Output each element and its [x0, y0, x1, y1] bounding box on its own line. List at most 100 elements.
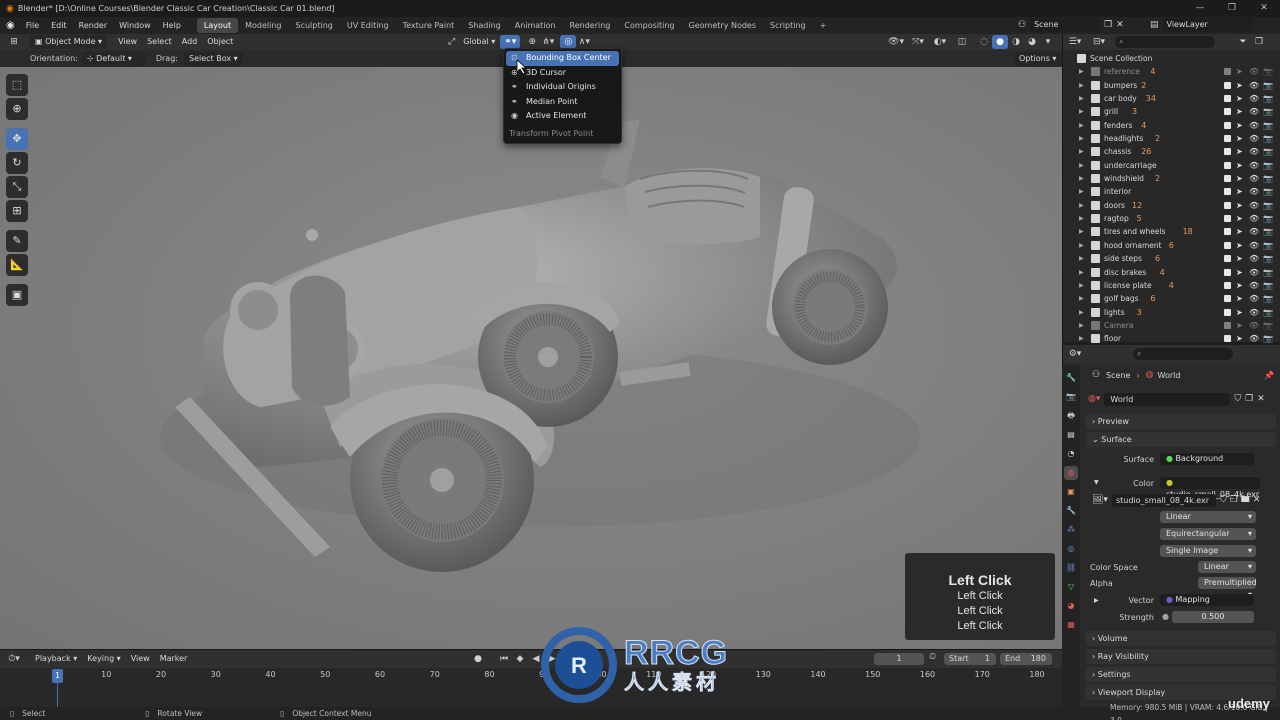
shading-wireframe-icon[interactable]: ◌ — [976, 35, 992, 49]
shading-rendered-icon[interactable]: ◕ — [1024, 35, 1040, 49]
image-browse-icon[interactable]: 🖼▾ — [1092, 493, 1108, 508]
expand-arrow-icon[interactable]: ▶ — [1079, 119, 1084, 132]
output-tab-icon[interactable]: 🖶 — [1064, 409, 1078, 423]
select-box-tool-icon[interactable]: ⬚ — [6, 74, 28, 96]
visibility-eye-icon[interactable]: 👁 — [1249, 252, 1259, 265]
selectable-arrow-icon[interactable]: ➤ — [1236, 212, 1243, 225]
outliner-row[interactable]: ▶ lights 3 ➤ 👁 📷 — [1063, 306, 1280, 319]
render-camera-icon[interactable]: 📷 — [1263, 199, 1273, 212]
exclude-checkbox[interactable] — [1224, 121, 1231, 129]
expand-arrow-icon[interactable]: ▶ — [1079, 212, 1084, 225]
overlay-icon[interactable]: ◐▾ — [932, 35, 948, 49]
xray-icon[interactable]: ◫ — [954, 35, 970, 49]
selectable-arrow-icon[interactable]: ➤ — [1236, 65, 1243, 78]
selectable-arrow-icon[interactable]: ➤ — [1236, 159, 1243, 172]
expand-arrow-icon[interactable]: ▶ — [1079, 225, 1084, 238]
current-frame-field[interactable]: 1 — [874, 653, 924, 665]
render-camera-icon[interactable]: 📷 — [1263, 79, 1273, 92]
surface-panel-header[interactable]: ⌄ Surface — [1086, 432, 1276, 447]
menu-help[interactable]: Help — [157, 17, 187, 34]
exclude-checkbox[interactable] — [1224, 228, 1231, 236]
menu-window[interactable]: Window — [113, 17, 157, 34]
visibility-eye-icon[interactable]: 👁 — [1249, 199, 1259, 212]
selectable-arrow-icon[interactable]: ➤ — [1236, 266, 1243, 279]
pivot-active-element[interactable]: ◉ Active Element — [506, 109, 619, 124]
expand-arrow-icon[interactable]: ▶ — [1079, 159, 1084, 172]
gizmo-icon[interactable]: ⤧▾ — [910, 35, 926, 49]
image-open-icon[interactable]: 🖿 — [1241, 493, 1250, 508]
selectable-arrow-icon[interactable]: ➤ — [1236, 225, 1243, 238]
visibility-eye-icon[interactable]: 👁 — [1249, 332, 1259, 345]
visibility-eye-icon[interactable]: 👁 — [1249, 225, 1259, 238]
exclude-checkbox[interactable] — [1224, 295, 1231, 303]
image-fake-user-icon[interactable]: ⛉ — [1220, 493, 1227, 508]
render-camera-icon[interactable]: 📷 — [1263, 319, 1273, 332]
scene-collection-row[interactable]: Scene Collection — [1063, 52, 1280, 65]
properties-editor-icon[interactable]: ⚙▾ — [1067, 347, 1083, 361]
blender-menu-icon[interactable]: ◉ — [0, 20, 20, 31]
visibility-eye-icon[interactable]: 👁 — [1249, 185, 1259, 198]
outliner-row[interactable]: ▶ license plate 4 ➤ 👁 📷 — [1063, 279, 1280, 292]
vector-input-field[interactable]: ● Mapping — [1160, 594, 1254, 606]
render-camera-icon[interactable]: 📷 — [1263, 306, 1273, 319]
annotate-tool-icon[interactable]: ✎ — [6, 230, 28, 252]
visibility-eye-icon[interactable]: 👁 — [1249, 65, 1259, 78]
source-dropdown[interactable]: Single Image ▾ — [1160, 545, 1256, 557]
visibility-icon[interactable]: 👁▾ — [888, 35, 904, 49]
expand-arrow-icon[interactable]: ▶ — [1079, 92, 1084, 105]
new-collection-icon[interactable]: ❐ — [1251, 35, 1267, 49]
fake-user-icon[interactable]: ⛉ — [1234, 392, 1241, 407]
render-camera-icon[interactable]: 📷 — [1263, 212, 1273, 225]
expand-arrow-icon[interactable]: ▶ — [1079, 332, 1084, 345]
menu-select[interactable]: Select — [142, 35, 177, 49]
scene-new-icon[interactable]: ❐ — [1104, 20, 1112, 30]
selectable-arrow-icon[interactable]: ➤ — [1236, 199, 1243, 212]
outliner-row[interactable]: ▶ doors 12 ➤ 👁 📷 — [1063, 199, 1280, 212]
tab-rendering[interactable]: Rendering — [563, 18, 618, 33]
menu-file[interactable]: File — [20, 17, 45, 34]
tab-shading[interactable]: Shading — [461, 18, 508, 33]
exclude-checkbox[interactable] — [1224, 135, 1231, 143]
tool-tab-icon[interactable]: 🔧 — [1064, 371, 1078, 385]
display-mode-icon[interactable]: ⊟▾ — [1091, 35, 1107, 49]
object-tab-icon[interactable]: ▣ — [1064, 485, 1078, 499]
scene-field[interactable]: Scene — [1030, 18, 1101, 32]
selectable-arrow-icon[interactable]: ➤ — [1236, 105, 1243, 118]
world-name-field[interactable]: World — [1104, 393, 1231, 406]
visibility-eye-icon[interactable]: 👁 — [1249, 145, 1259, 158]
menu-edit[interactable]: Edit — [45, 17, 73, 34]
tab-geometry-nodes[interactable]: Geometry Nodes — [682, 18, 763, 33]
viewlayer-field[interactable]: ViewLayer — [1162, 18, 1253, 32]
frame-ruler[interactable]: 1020304050607080901001101201301401501601… — [0, 670, 1062, 682]
selectable-arrow-icon[interactable]: ➤ — [1236, 172, 1243, 185]
render-tab-icon[interactable]: 📷 — [1064, 390, 1078, 404]
texture-tab-icon[interactable]: ▦ — [1064, 618, 1078, 632]
visibility-eye-icon[interactable]: 👁 — [1249, 279, 1259, 292]
tab-texture-paint[interactable]: Texture Paint — [396, 18, 462, 33]
outliner-row[interactable]: ▶ bumpers 2 ➤ 👁 📷 — [1063, 79, 1280, 92]
selectable-arrow-icon[interactable]: ➤ — [1236, 306, 1243, 319]
outliner-row[interactable]: ▶ car body 34 ➤ 👁 📷 — [1063, 92, 1280, 105]
tab-animation[interactable]: Animation — [508, 18, 563, 33]
tab-scripting[interactable]: Scripting — [763, 18, 813, 33]
add-cube-tool-icon[interactable]: ▣ — [6, 284, 28, 306]
interpolation-dropdown[interactable]: Linear ▾ — [1160, 511, 1256, 523]
tab-modeling[interactable]: Modeling — [238, 18, 288, 33]
projection-dropdown[interactable]: Equirectangular ▾ — [1160, 528, 1256, 540]
selectable-arrow-icon[interactable]: ➤ — [1236, 185, 1243, 198]
exclude-checkbox[interactable] — [1224, 268, 1231, 276]
expand-arrow-icon[interactable]: ▶ — [1079, 65, 1084, 78]
visibility-eye-icon[interactable]: 👁 — [1249, 132, 1259, 145]
visibility-eye-icon[interactable]: 👁 — [1249, 92, 1259, 105]
visibility-eye-icon[interactable]: 👁 — [1249, 319, 1259, 332]
selectable-arrow-icon[interactable]: ➤ — [1236, 252, 1243, 265]
properties-search-input[interactable]: ⌕ — [1133, 348, 1233, 360]
settings-panel-header[interactable]: › Settings — [1086, 667, 1276, 682]
snap-icon[interactable]: ⊕ — [524, 35, 540, 49]
exclude-checkbox[interactable] — [1224, 108, 1231, 116]
3d-viewport[interactable]: ⬚ ⊕ ✥ ↻ ⤡ ⊞ ✎ 📐 ▣ — [0, 67, 1062, 649]
data-tab-icon[interactable]: ▽ — [1064, 580, 1078, 594]
outliner-row[interactable]: ▶ fenders 4 ➤ 👁 📷 — [1063, 119, 1280, 132]
exclude-checkbox[interactable] — [1224, 215, 1231, 223]
modifier-tab-icon[interactable]: 🔧 — [1064, 504, 1078, 518]
